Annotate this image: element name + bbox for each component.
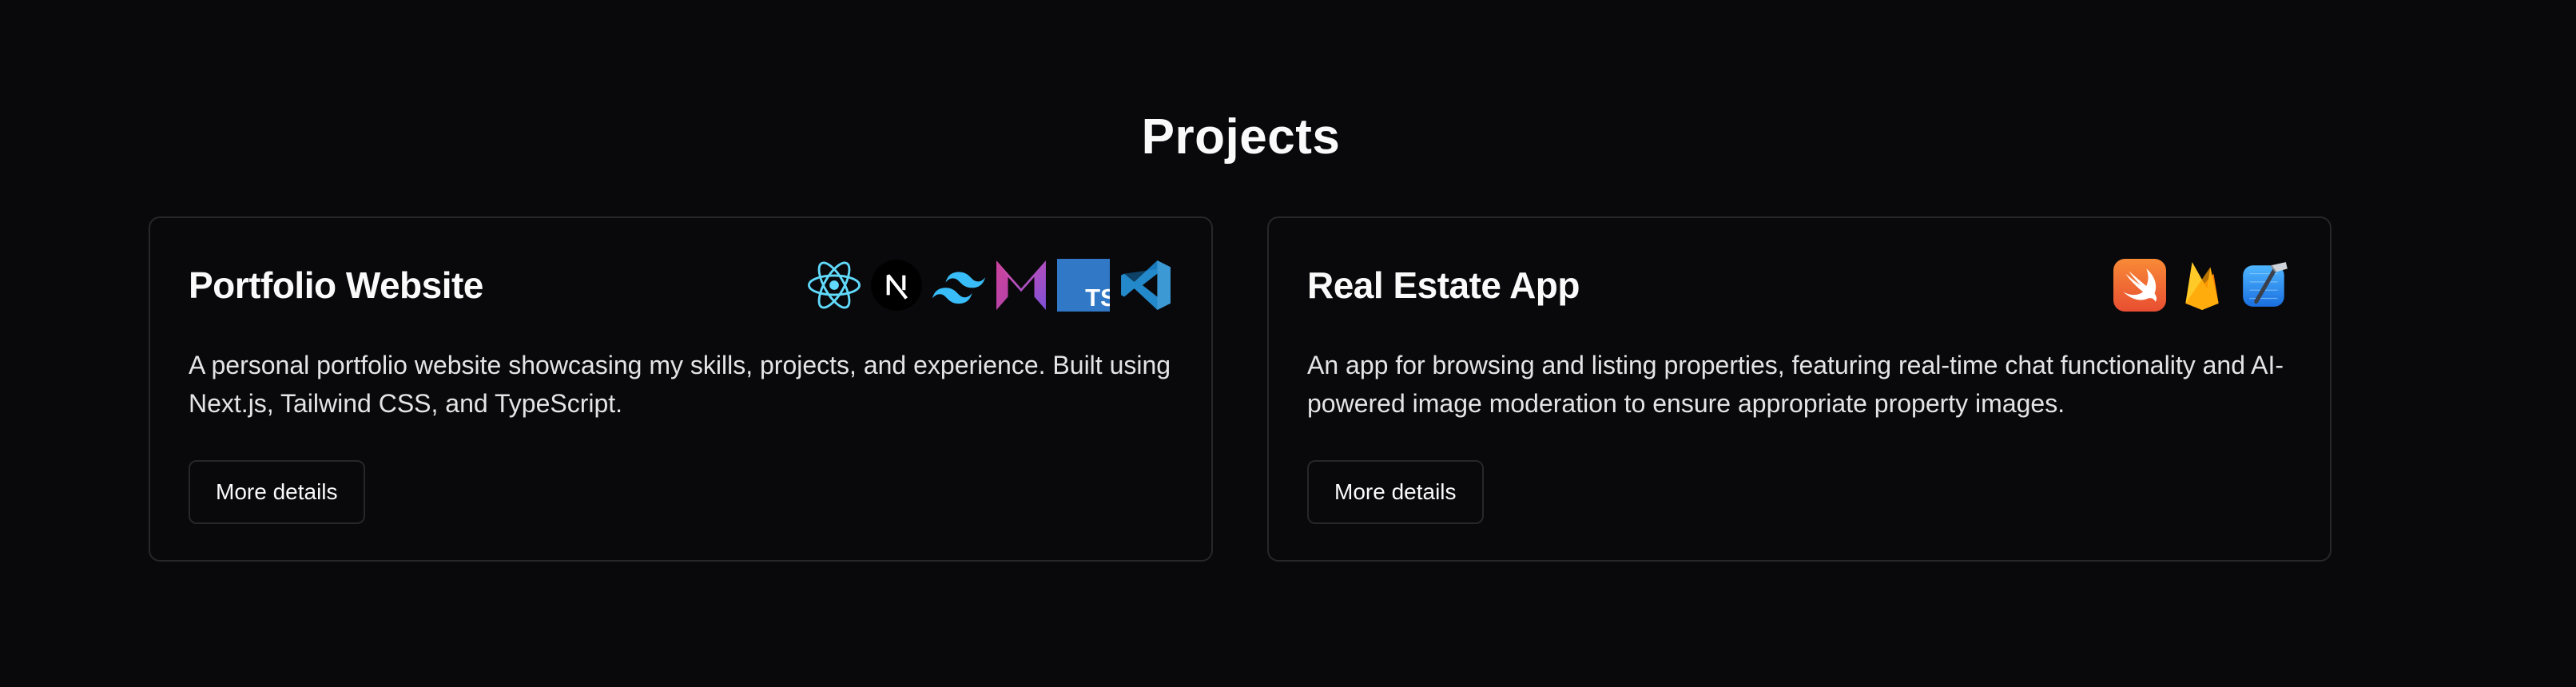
tailwind-icon <box>932 258 986 312</box>
nextjs-icon <box>869 258 924 312</box>
typescript-icon: TS <box>1056 258 1111 312</box>
project-title: Portfolio Website <box>189 264 483 306</box>
more-details-button[interactable]: More details <box>1307 460 1484 524</box>
project-title: Real Estate App <box>1307 264 1580 306</box>
project-card-portfolio-website: Portfolio Website T A personal portfolio… <box>149 216 1213 562</box>
react-icon <box>807 258 861 312</box>
project-description: A personal portfolio website showcasing … <box>189 351 1171 418</box>
xcode-icon <box>2237 258 2292 312</box>
vscode-icon <box>1119 258 1173 312</box>
swift-icon <box>2113 258 2167 312</box>
firebase-icon <box>2175 258 2229 312</box>
framer-motion-icon <box>994 258 1048 312</box>
svg-text:TS: TS <box>1085 284 1110 312</box>
more-details-button[interactable]: More details <box>189 460 365 524</box>
tech-stack-icons: TS <box>807 256 1173 314</box>
section-title: Projects <box>1141 109 1341 165</box>
project-card-real-estate-app: Real Estate App An app for browsing and … <box>1267 216 2332 562</box>
project-description: An app for browsing and listing properti… <box>1307 351 2284 418</box>
tech-stack-icons <box>2113 256 2292 314</box>
